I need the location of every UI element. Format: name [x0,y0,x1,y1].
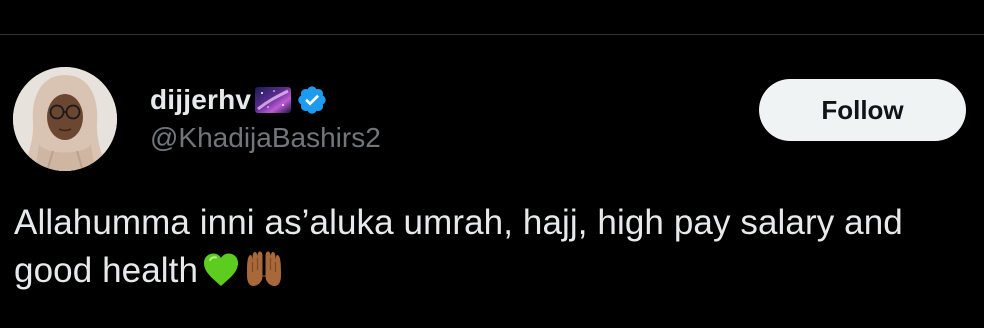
avatar[interactable] [13,67,117,171]
follow-button[interactable]: Follow [759,79,966,141]
green-heart-icon [202,252,240,301]
galaxy-sky-icon [254,85,292,115]
verified-badge-icon[interactable] [296,84,328,116]
author-handle[interactable]: @KhadijaBashirs2 [150,122,381,154]
author-display-name[interactable]: dijjerhv [150,84,251,116]
top-divider [0,34,984,35]
author-name-row: dijjerhv [150,80,328,120]
tweet-text: Allahumma inni as’aluka umrah, hajj, hig… [14,199,974,301]
tweet-text-body: Allahumma inni as’aluka umrah, hajj, hig… [14,203,903,290]
palms-up-together-icon [244,250,284,301]
avatar-image [13,67,117,171]
